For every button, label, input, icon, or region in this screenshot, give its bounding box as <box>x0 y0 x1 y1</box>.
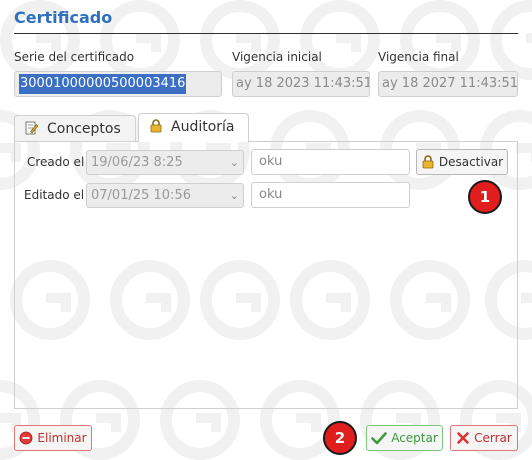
title-divider <box>14 33 518 34</box>
editado-date-select[interactable]: 07/01/25 10:56 ⌄ <box>86 183 244 208</box>
checkmark-icon <box>371 429 388 453</box>
vigencia-final-label: Vigencia final <box>378 50 459 64</box>
aceptar-button[interactable]: Aceptar <box>366 425 443 451</box>
dialog-title: Certificado <box>14 8 113 27</box>
vigencia-inicial-label: Vigencia inicial <box>232 50 322 64</box>
tab-auditoria-label: Auditoría <box>171 119 235 135</box>
step-marker-1: 1 <box>468 180 502 214</box>
desactivar-label: Desactivar <box>438 155 504 169</box>
chevron-down-icon: ⌄ <box>229 156 239 169</box>
lock-icon <box>421 153 435 177</box>
tab-conceptos-label: Conceptos <box>47 121 121 137</box>
eliminar-button[interactable]: Eliminar <box>14 425 92 451</box>
step-marker-2: 2 <box>323 421 357 455</box>
minus-circle-icon <box>19 429 33 453</box>
creado-label: Creado el <box>27 155 85 169</box>
vigencia-final-field[interactable]: ay 18 2027 11:43:51 <box>378 71 518 97</box>
editado-label: Editado el <box>24 188 85 202</box>
cerrar-button[interactable]: Cerrar <box>450 425 518 451</box>
creado-user-field[interactable]: oku <box>251 149 410 175</box>
lock-icon <box>149 116 163 133</box>
tab-conceptos[interactable]: Conceptos <box>14 115 136 142</box>
serie-field[interactable]: 30001000000500003416 <box>14 71 222 97</box>
serie-label: Serie del certificado <box>14 50 135 64</box>
edit-document-icon <box>25 118 39 135</box>
editado-user-field[interactable]: oku <box>251 182 410 208</box>
eliminar-label: Eliminar <box>37 431 87 445</box>
vigencia-inicial-field[interactable]: ay 18 2023 11:43:51 <box>232 71 370 97</box>
tab-auditoria[interactable]: Auditoría <box>138 113 249 142</box>
aceptar-label: Aceptar <box>391 431 438 445</box>
serie-value: 30001000000500003416 <box>19 74 187 94</box>
creado-date-value: 19/06/23 8:25 <box>91 155 183 170</box>
chevron-down-icon: ⌄ <box>229 189 239 202</box>
cerrar-label: Cerrar <box>474 431 512 445</box>
editado-date-value: 07/01/25 10:56 <box>91 188 191 203</box>
creado-date-select[interactable]: 19/06/23 8:25 ⌄ <box>86 150 244 175</box>
desactivar-button[interactable]: Desactivar <box>416 149 508 175</box>
close-icon <box>456 429 470 453</box>
